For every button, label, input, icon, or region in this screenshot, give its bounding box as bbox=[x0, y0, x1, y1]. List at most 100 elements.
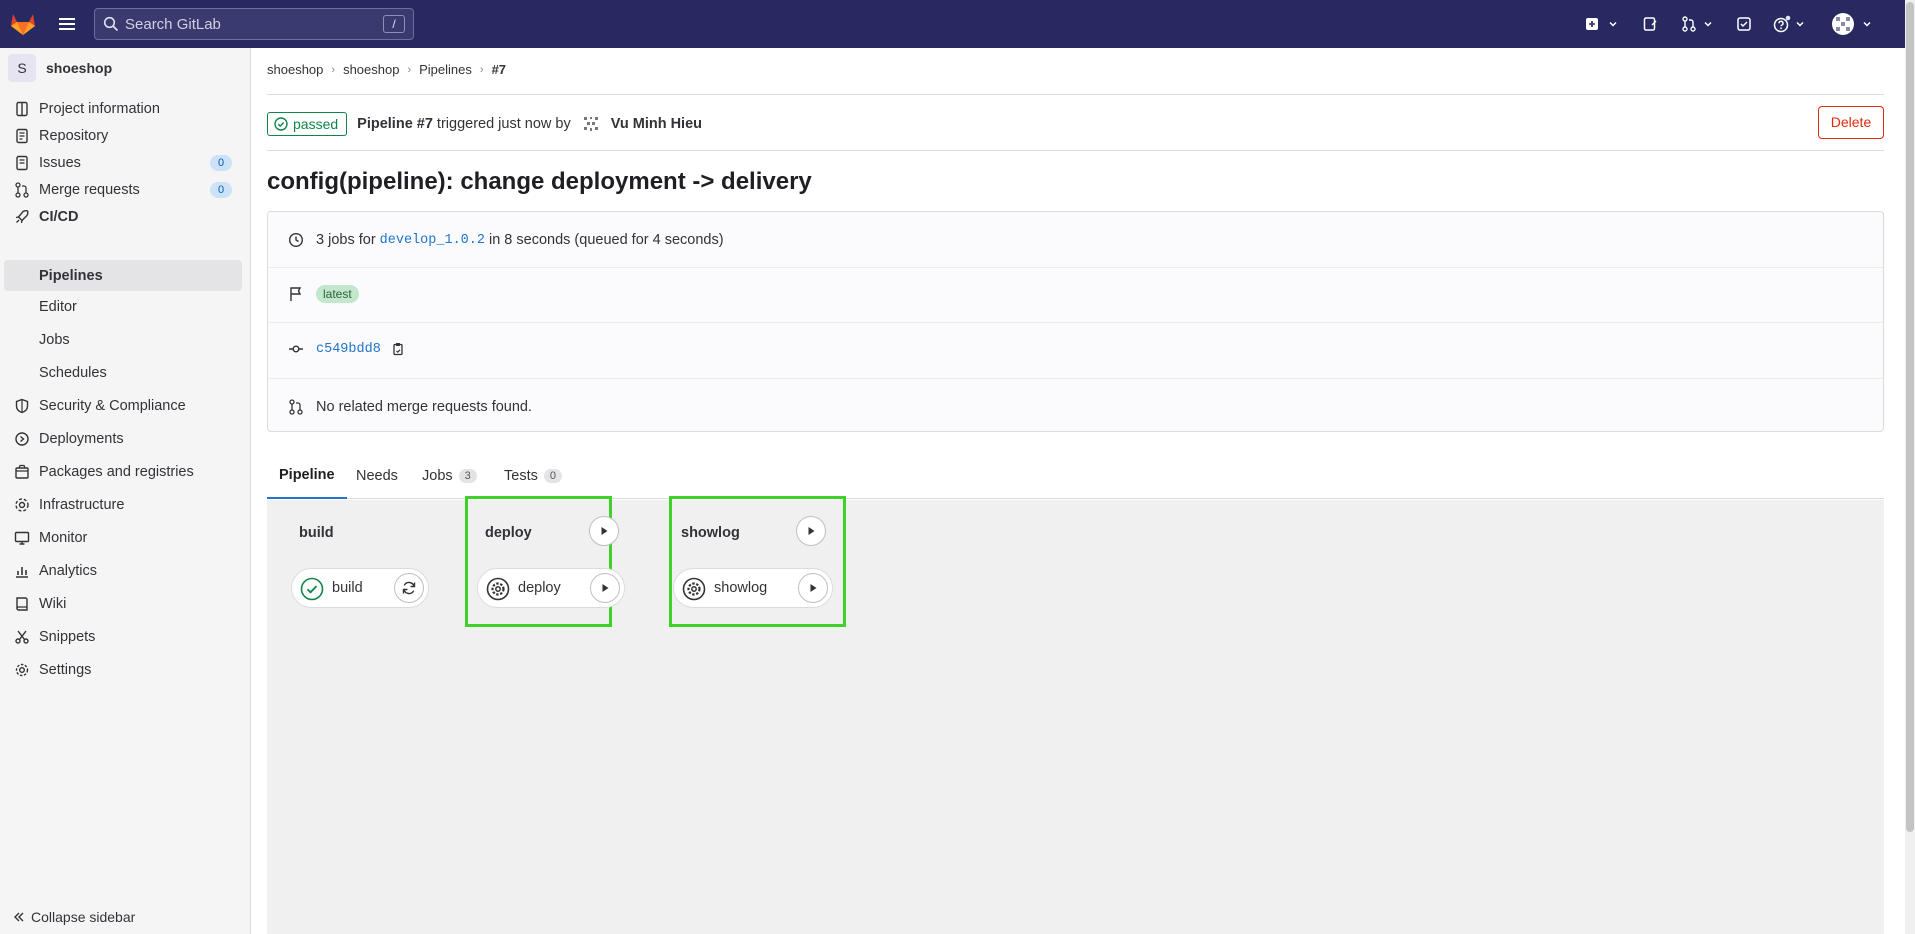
merge-requests-row: No related merge requests found. bbox=[268, 393, 1883, 421]
stage-title-build: build bbox=[299, 525, 334, 541]
create-new-menu[interactable] bbox=[1584, 14, 1619, 34]
sidebar-item-wiki[interactable]: Wiki bbox=[4, 589, 242, 619]
sidebar-item-security-compliance[interactable]: Security & Compliance bbox=[4, 391, 242, 421]
sidebar-item-label: Jobs bbox=[39, 332, 70, 348]
sidebar: S shoeshop Project information Repositor… bbox=[0, 48, 251, 934]
play-stage-deploy-button[interactable] bbox=[589, 516, 619, 546]
tab-tests[interactable]: Tests 0 bbox=[504, 452, 562, 499]
sidebar-item-editor[interactable]: Editor bbox=[4, 292, 242, 322]
collapse-sidebar-button[interactable]: Collapse sidebar bbox=[12, 902, 135, 932]
play-icon bbox=[601, 527, 608, 535]
chevron-down-icon bbox=[1609, 21, 1617, 27]
merge-requests-shortcut[interactable] bbox=[1681, 14, 1714, 34]
sidebar-item-label: Security & Compliance bbox=[39, 398, 186, 414]
user-name[interactable]: Vu Minh Hieu bbox=[611, 116, 702, 132]
sidebar-project[interactable]: S shoeshop bbox=[8, 54, 112, 82]
status-badge[interactable]: passed bbox=[267, 112, 348, 136]
sidebar-item-label: Issues bbox=[39, 155, 81, 171]
divider bbox=[268, 267, 1883, 268]
breadcrumb-item[interactable]: Pipelines bbox=[419, 62, 472, 77]
divider bbox=[268, 378, 1883, 379]
sidebar-item-packages-registries[interactable]: Packages and registries bbox=[4, 457, 242, 487]
play-job-showlog-button[interactable] bbox=[798, 573, 828, 603]
check-circle-icon bbox=[274, 117, 288, 131]
sidebar-item-label: Analytics bbox=[39, 563, 98, 579]
merge-requests-count-badge: 0 bbox=[210, 182, 232, 198]
tab-label: Tests bbox=[504, 467, 538, 484]
shield-icon bbox=[15, 398, 29, 414]
book-icon bbox=[16, 597, 28, 611]
flag-icon bbox=[290, 287, 302, 301]
sidebar-item-schedules[interactable]: Schedules bbox=[4, 358, 242, 388]
delete-button[interactable]: Delete bbox=[1818, 106, 1884, 139]
status-label: passed bbox=[293, 116, 339, 132]
sidebar-item-infrastructure[interactable]: Infrastructure bbox=[4, 490, 242, 520]
play-job-deploy-button[interactable] bbox=[590, 573, 620, 603]
pipeline-tabs: Pipeline Needs Jobs 3 Tests 0 bbox=[267, 452, 1884, 499]
search-input[interactable]: Search GitLab / bbox=[94, 8, 414, 40]
pipeline-name: Pipeline #7 bbox=[357, 116, 433, 132]
rocket-icon bbox=[15, 209, 29, 224]
page-title: config(pipeline): change deployment -> d… bbox=[267, 168, 812, 195]
tab-jobs[interactable]: Jobs 3 bbox=[422, 452, 477, 499]
success-status-icon bbox=[300, 577, 324, 601]
sidebar-item-settings[interactable]: Settings bbox=[4, 655, 242, 685]
search-shortcut-key: / bbox=[383, 15, 405, 33]
stage-title-showlog: showlog bbox=[681, 525, 740, 541]
page-scrollbar[interactable] bbox=[1905, 0, 1915, 934]
chevron-down-icon bbox=[1863, 21, 1871, 27]
sidebar-item-analytics[interactable]: Analytics bbox=[4, 556, 242, 586]
retry-icon bbox=[402, 581, 416, 595]
breadcrumb-current[interactable]: #7 bbox=[492, 62, 506, 77]
help-menu[interactable] bbox=[1773, 14, 1806, 34]
todos-shortcut[interactable] bbox=[1736, 14, 1752, 34]
job-build[interactable]: build bbox=[291, 568, 429, 608]
chevron-right-icon: › bbox=[479, 63, 484, 76]
sidebar-item-cicd[interactable]: CI/CD bbox=[4, 202, 242, 232]
tab-needs[interactable]: Needs bbox=[356, 452, 398, 499]
gear-icon bbox=[15, 663, 29, 677]
copy-icon[interactable] bbox=[391, 342, 405, 356]
sidebar-item-label: Infrastructure bbox=[39, 497, 125, 513]
tab-label: Needs bbox=[356, 467, 398, 484]
divider bbox=[268, 322, 1883, 323]
sidebar-item-deployments[interactable]: Deployments bbox=[4, 424, 242, 454]
gitlab-logo-icon[interactable] bbox=[10, 12, 36, 36]
search-icon bbox=[103, 16, 119, 32]
jobs-suffix: in 8 seconds (queued for 4 seconds) bbox=[488, 232, 724, 248]
commit-icon bbox=[289, 345, 303, 353]
sidebar-item-repository[interactable]: Repository bbox=[4, 121, 242, 151]
issues-shortcut[interactable] bbox=[1642, 14, 1658, 34]
sidebar-item-jobs[interactable]: Jobs bbox=[4, 325, 242, 355]
chevron-right-icon: › bbox=[407, 63, 412, 76]
tab-pipeline[interactable]: Pipeline bbox=[267, 452, 347, 499]
play-icon bbox=[808, 527, 815, 535]
user-menu[interactable] bbox=[1831, 12, 1873, 36]
sidebar-item-snippets[interactable]: Snippets bbox=[4, 622, 242, 652]
sidebar-item-issues[interactable]: Issues 0 bbox=[4, 148, 242, 178]
sidebar-item-label: Settings bbox=[39, 662, 92, 678]
tab-label: Jobs bbox=[422, 467, 453, 484]
breadcrumb-item[interactable]: shoeshop bbox=[267, 62, 323, 77]
sidebar-item-project-information[interactable]: Project information bbox=[4, 94, 242, 124]
sidebar-item-label: Merge requests bbox=[39, 182, 140, 198]
sidebar-item-pipelines[interactable]: Pipelines bbox=[4, 260, 242, 291]
commit-sha-link[interactable]: c549bdd8 bbox=[316, 342, 381, 357]
menu-icon[interactable] bbox=[58, 15, 76, 33]
play-stage-showlog-button[interactable] bbox=[796, 516, 826, 546]
double-chevron-left-icon bbox=[14, 912, 24, 922]
sidebar-item-merge-requests[interactable]: Merge requests 0 bbox=[4, 175, 242, 205]
job-deploy[interactable]: deploy bbox=[477, 568, 625, 608]
branch-link[interactable]: develop_1.0.2 bbox=[380, 233, 485, 248]
package-icon bbox=[15, 464, 29, 479]
cloud-gear-icon bbox=[15, 498, 29, 512]
tags-row: latest bbox=[268, 280, 1883, 308]
stage-title-deploy: deploy bbox=[485, 525, 532, 541]
breadcrumb-item[interactable]: shoeshop bbox=[343, 62, 399, 77]
sidebar-item-monitor[interactable]: Monitor bbox=[4, 523, 242, 553]
retry-button[interactable] bbox=[394, 573, 424, 603]
tab-count: 0 bbox=[543, 468, 562, 483]
user-avatar-icon[interactable] bbox=[581, 114, 601, 134]
job-showlog[interactable]: showlog bbox=[673, 568, 833, 608]
scrollbar-thumb[interactable] bbox=[1906, 2, 1914, 832]
